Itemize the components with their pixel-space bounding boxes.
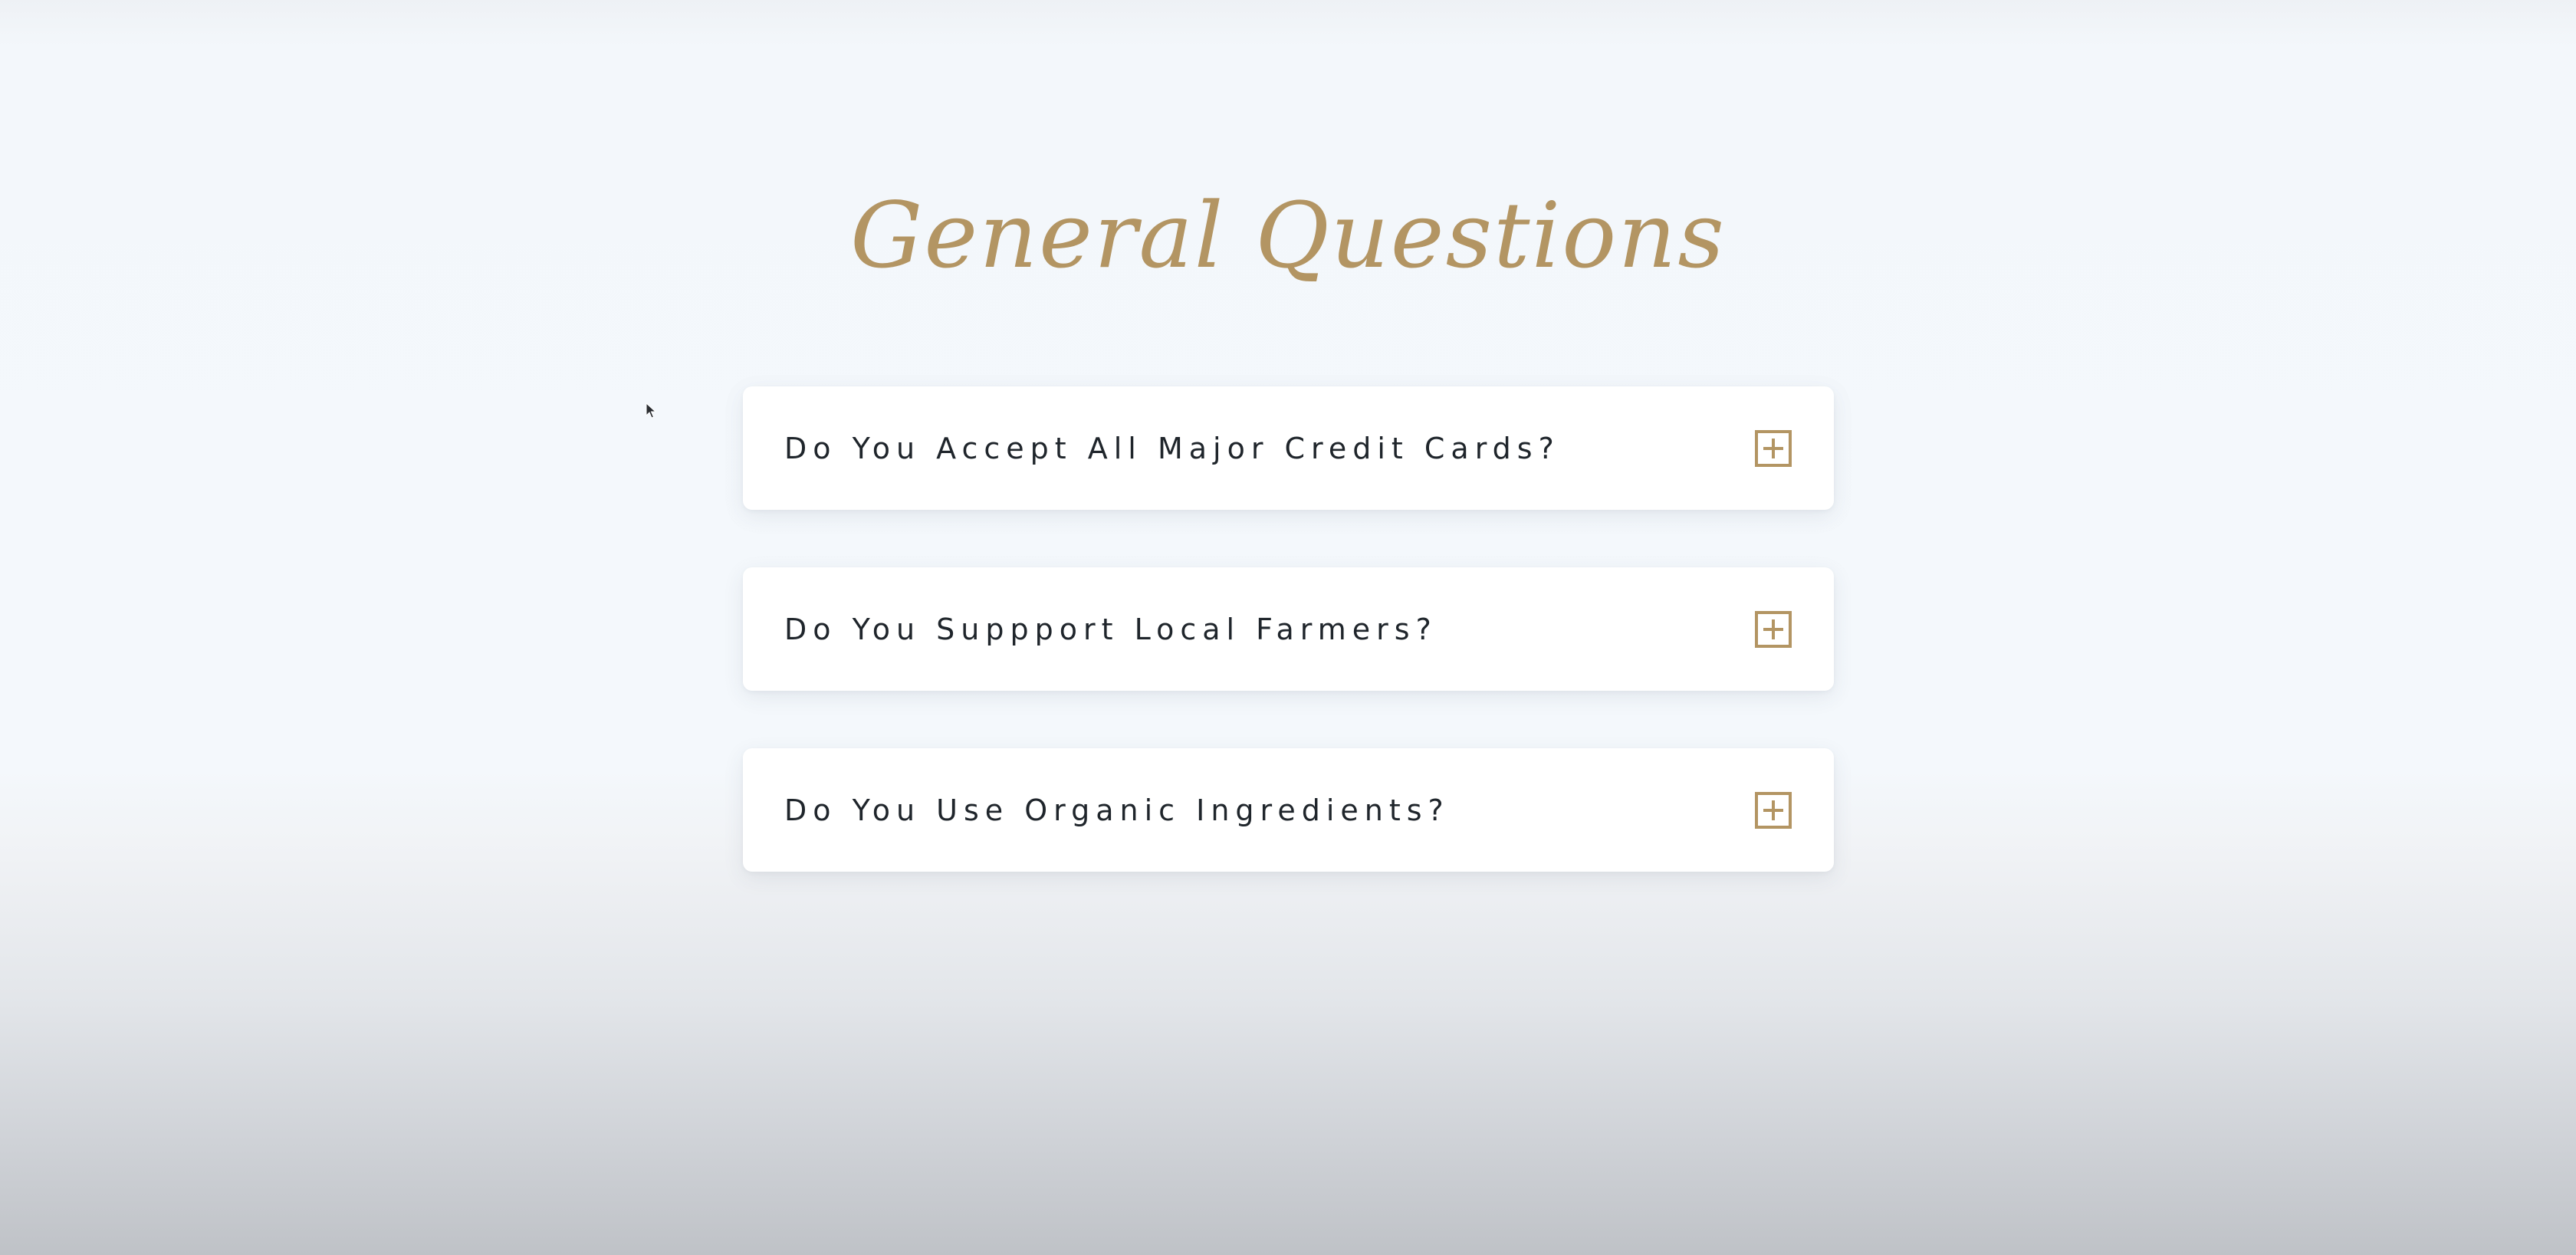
plus-square-icon[interactable] [1754,429,1792,468]
faq-question: Do You Use Organic Ingredients? [784,793,1450,827]
plus-square-icon[interactable] [1754,610,1792,649]
faq-item-local-farmers[interactable]: Do You Suppport Local Farmers? [743,567,1834,691]
faq-item-credit-cards[interactable]: Do You Accept All Major Credit Cards? [743,386,1834,510]
faq-question: Do You Suppport Local Farmers? [784,612,1438,646]
mouse-pointer-icon [646,402,656,419]
faq-question: Do You Accept All Major Credit Cards? [784,431,1560,465]
faq-list: Do You Accept All Major Credit Cards? Do… [743,386,1834,929]
faq-item-organic-ingredients[interactable]: Do You Use Organic Ingredients? [743,748,1834,872]
page-title: General Questions [850,182,1726,288]
plus-square-icon[interactable] [1754,791,1792,830]
